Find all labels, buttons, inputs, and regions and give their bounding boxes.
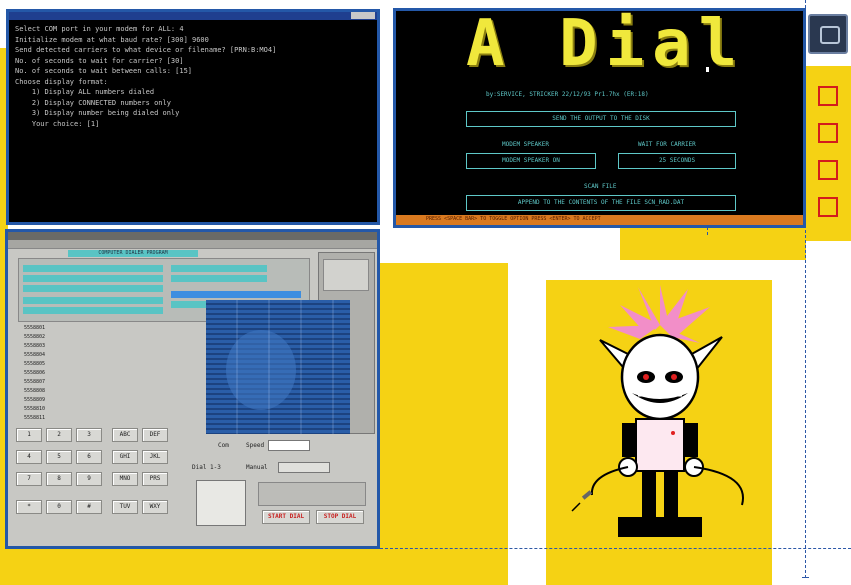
number-list[interactable]: 5558801 5558802 5558803 5558804 5558805 … [24,324,104,424]
key-button[interactable]: WXY [142,500,168,514]
checkbox-square-3 [818,160,838,180]
key-button[interactable]: 9 [76,472,102,486]
torso [635,418,685,472]
keypad: 1 2 3 ABC DEF 4 5 6 GHI JKL 7 8 9 MNO PR… [16,428,186,528]
option-panel [258,482,366,506]
list-item[interactable]: 5558807 [24,378,104,387]
append-file-option[interactable]: APPEND TO THE CONTENTS OF THE FILE SCN_R… [466,195,736,211]
guide-tick [802,577,809,578]
right-shoe [660,517,702,537]
checkbox-square-1 [818,86,838,106]
key-button[interactable]: PRS [142,472,168,486]
speed-label: Speed [246,442,265,449]
wait-carrier-option[interactable]: 25 SECONDS [618,153,736,169]
adial-title: A Dial [466,7,746,81]
terminal-line: Select COM port in your modem for ALL: 4 [15,25,184,33]
dialer-toolbar [8,240,377,249]
key-button[interactable]: MNO [112,472,138,486]
key-button[interactable]: 2 [46,428,72,442]
modem-speaker-label: MODEM SPEAKER [502,141,549,148]
mode-label: Manual [246,464,268,471]
list-item[interactable]: 5558801 [24,324,104,333]
list-item[interactable]: 5558809 [24,396,104,405]
checkbox-square-2 [818,123,838,143]
list-item[interactable]: 5558804 [24,351,104,360]
key-button[interactable]: 7 [16,472,42,486]
dialer-window[interactable]: COMPUTER DIALER PROGRAM 5558801 5558802 … [5,229,380,549]
list-item[interactable]: 5558805 [24,360,104,369]
key-button[interactable]: ABC [112,428,138,442]
left-leg [642,471,656,517]
dial-range-label: Dial 1-3 [192,464,221,471]
key-button[interactable]: DEF [142,428,168,442]
key-button[interactable]: * [16,500,42,514]
info-field[interactable] [171,265,267,272]
key-button[interactable]: GHI [112,450,138,464]
terminal-titlebar[interactable] [9,12,377,20]
control-area: Com Speed Dial 1-3 Manual START DIAL STO… [188,428,378,538]
key-button[interactable]: # [76,500,102,514]
terminal-line: No. of seconds to wait for carrier? [30] [15,56,184,65]
adial-footer: PRESS <SPACE BAR> TO TOGGLE OPTION PRESS… [396,215,803,225]
key-button[interactable]: 5 [46,450,72,464]
yellow-panel-middle [380,263,508,585]
wait-carrier-label: WAIT FOR CARRIER [638,141,696,148]
terminal-line: 2) Display CONNECTED numbers only [15,98,171,107]
head [620,333,700,421]
list-item[interactable]: 5558806 [24,369,104,378]
list-item[interactable]: 5558808 [24,387,104,396]
list-item[interactable]: 5558811 [24,414,104,423]
key-button[interactable]: 6 [76,450,102,464]
port-label: Com [218,442,229,449]
terminal-line: Your choice: [1] [15,119,100,128]
terminal-line: 3) Display number being dialed only [15,109,180,117]
start-dial-button[interactable]: START DIAL [262,510,310,524]
adial-credit: by:SERVICE, STRICKER 22/12/93 Pr1.7hx (E… [486,91,649,98]
checkbox-square-4 [818,197,838,217]
modem-speaker-option[interactable]: MODEM SPEAKER ON [466,153,596,169]
mode-field[interactable] [278,462,330,473]
info-row [23,285,163,292]
terminal-window[interactable]: Select COM port in your modem for ALL: 4… [6,9,380,225]
list-item[interactable]: 5558810 [24,405,104,414]
scan-file-label: SCAN FILE [584,183,617,190]
terminal-line: No. of seconds to wait between calls: [1… [15,67,193,75]
list-item[interactable]: 5558803 [24,342,104,351]
speed-field[interactable] [268,440,310,451]
dialer-tab[interactable]: COMPUTER DIALER PROGRAM [68,250,198,257]
results-box[interactable] [196,480,246,526]
info-row [23,307,163,314]
right-leg [664,471,678,517]
left-arm [622,423,636,457]
info-row [23,297,163,304]
right-arm [684,423,698,457]
key-button[interactable]: 8 [46,472,72,486]
adial-screen: A Dial by:SERVICE, STRICKER 22/12/93 Pr1… [393,7,806,228]
info-row [23,265,163,272]
left-shoe [618,517,660,537]
send-output-option[interactable]: SEND THE OUTPUT TO THE DISK [466,111,736,127]
terminal-line: Choose display format: [15,77,108,86]
dialer-titlebar[interactable] [8,232,377,240]
key-button[interactable]: TUV [112,500,138,514]
info-field[interactable] [171,275,267,282]
terminal-line: Send detected carriers to what device or… [15,46,277,54]
key-button[interactable]: 3 [76,428,102,442]
scanline-image [206,300,350,434]
key-button[interactable]: 1 [16,428,42,442]
terminal-output: Select COM port in your modem for ALL: 4… [9,20,377,133]
mouse-cursor-icon [706,67,709,72]
plug-icon [571,490,593,512]
key-button[interactable]: JKL [142,450,168,464]
stop-dial-button[interactable]: STOP DIAL [316,510,364,524]
key-button[interactable]: 0 [46,500,72,514]
monitor-icon [808,14,848,54]
terminal-line: 1) Display ALL numbers dialed [15,88,155,96]
terminal-line: Initialize modem at what baud rate? [300… [15,35,209,44]
info-row [23,275,163,282]
punk-character-illustration [571,285,744,537]
info-field[interactable] [171,291,301,298]
list-item[interactable]: 5558802 [24,333,104,342]
key-button[interactable]: 4 [16,450,42,464]
